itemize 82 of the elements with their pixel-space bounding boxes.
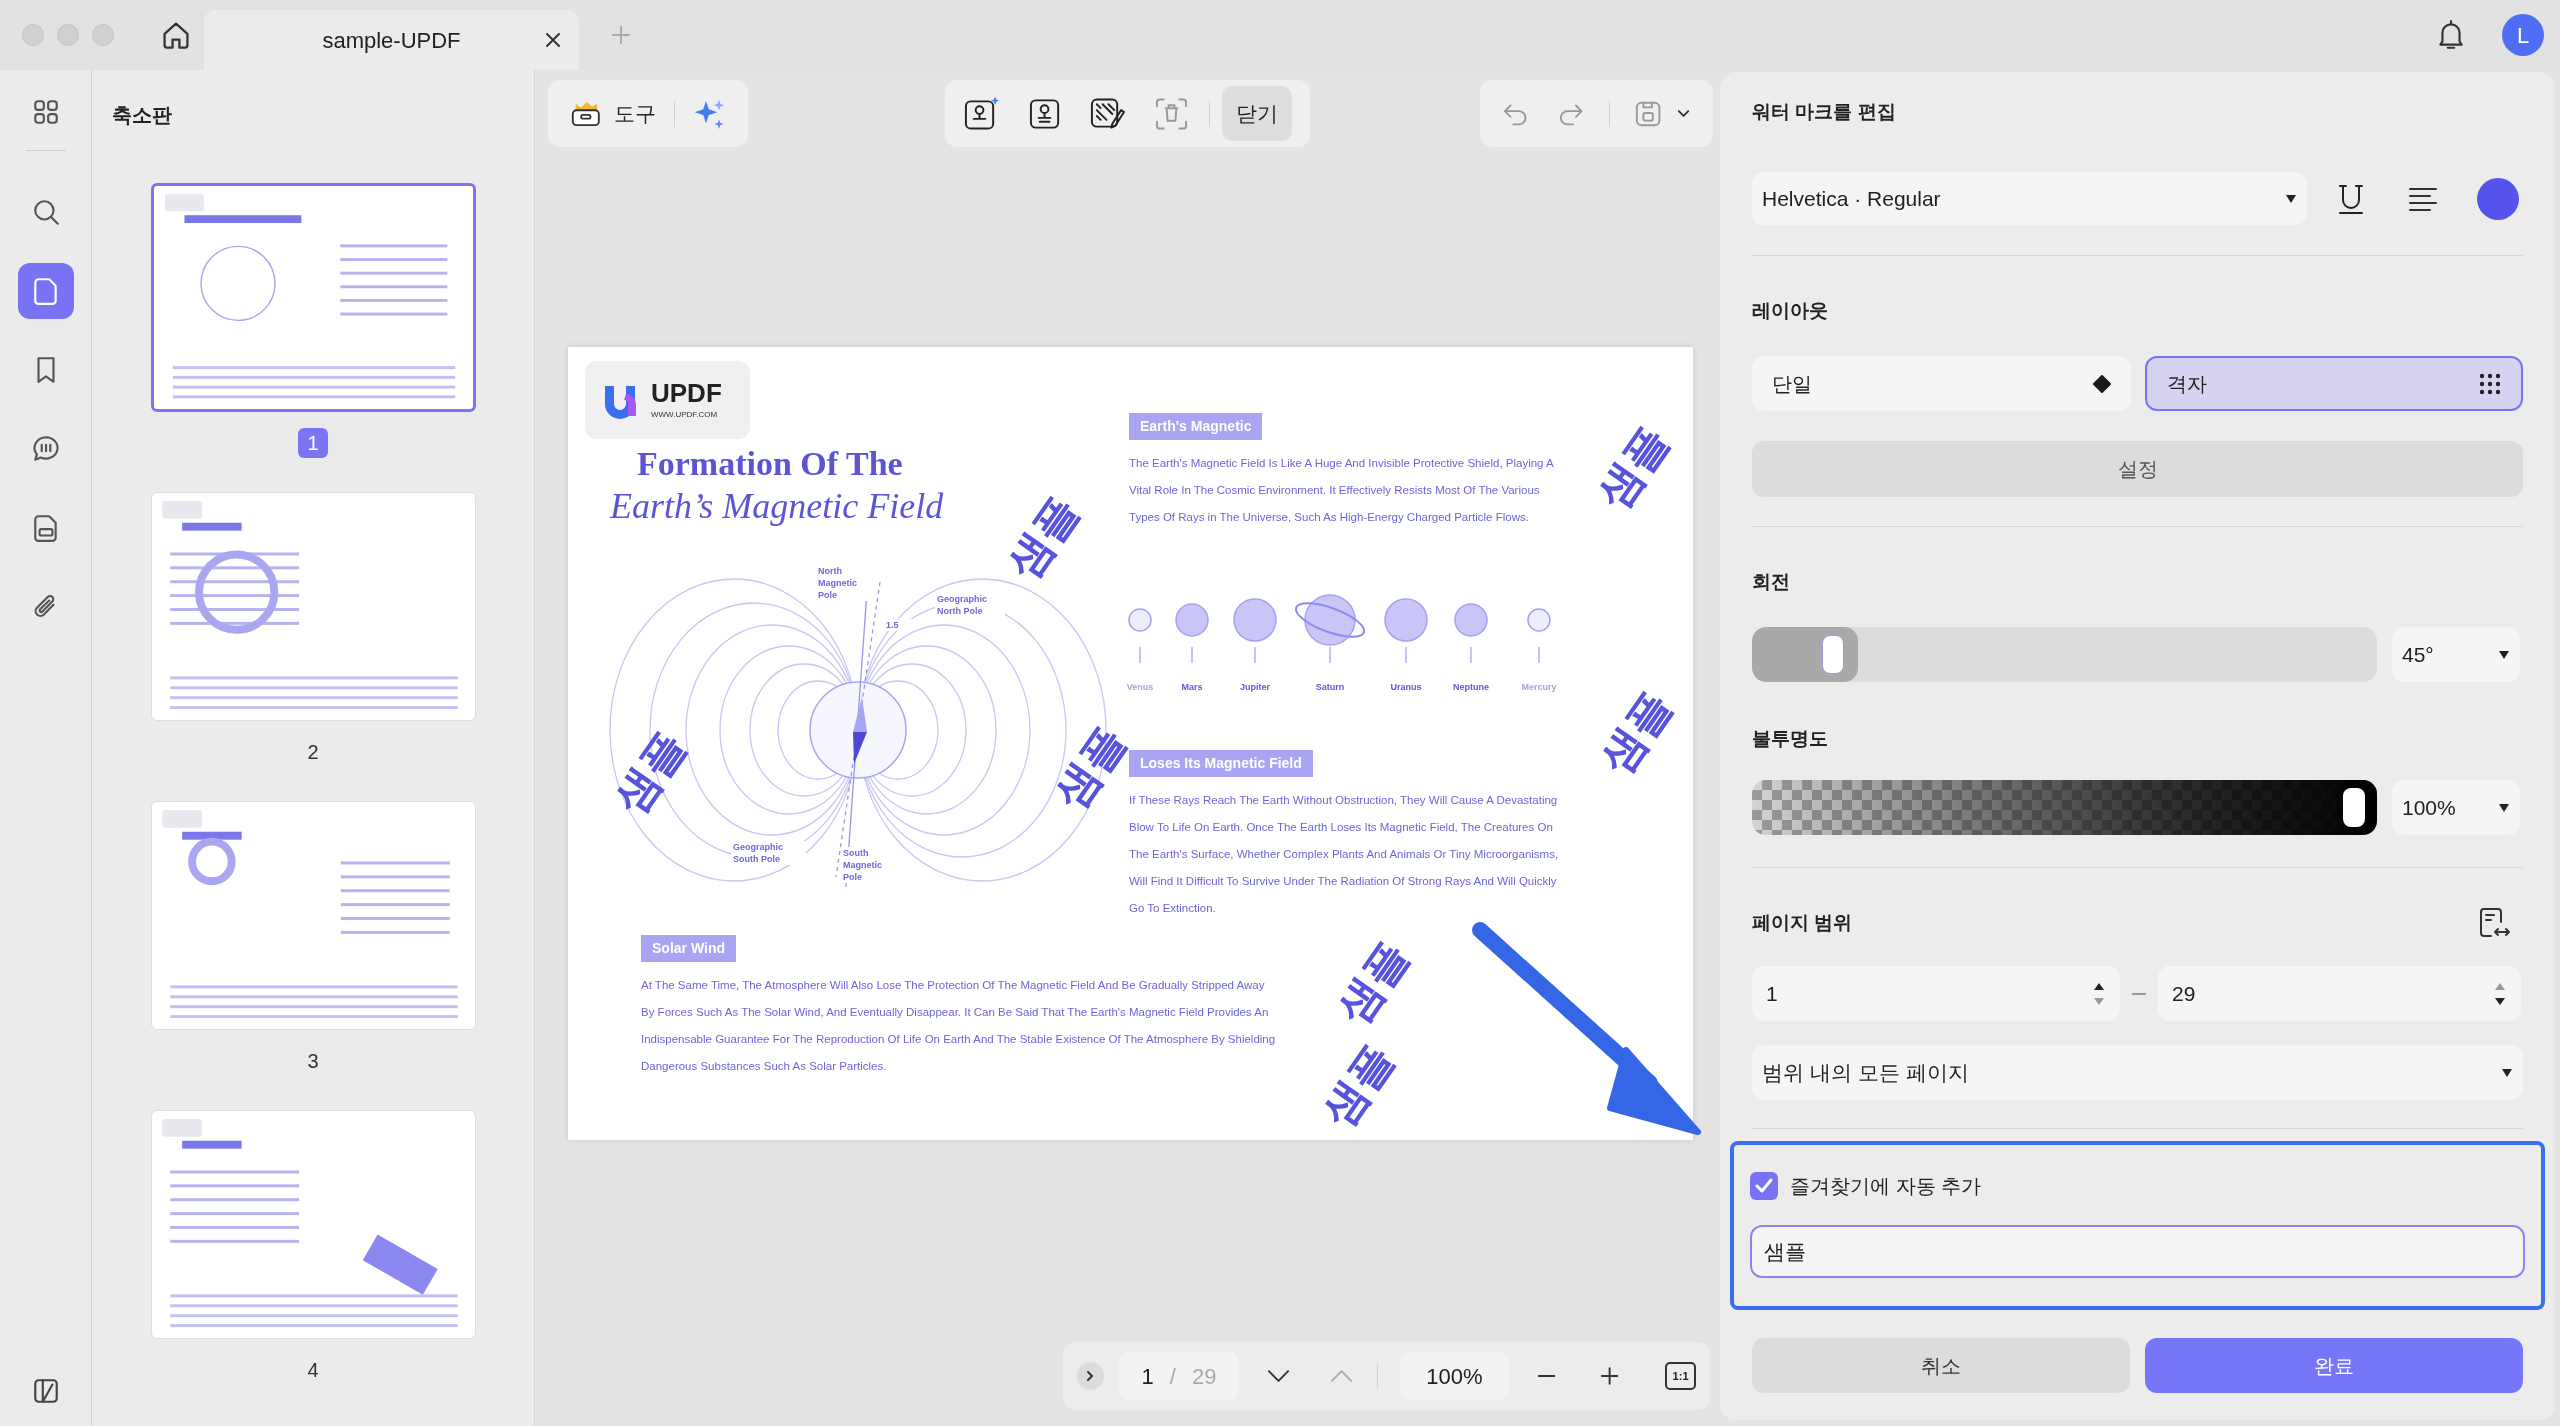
- section-title: 페이지 범위: [1752, 910, 1853, 935]
- watermark-text: 샘플: [603, 720, 696, 824]
- section-heading: Solar Wind: [641, 935, 736, 962]
- caret-icon: [2498, 649, 2510, 660]
- expand-button[interactable]: [1077, 1362, 1104, 1390]
- section-heading: Earth's Magnetic: [1129, 413, 1263, 440]
- close-button[interactable]: 닫기: [1222, 86, 1292, 141]
- slider-thumb[interactable]: [2343, 788, 2365, 827]
- panel-title: 워터 마크를 편집: [1752, 100, 1897, 124]
- checkbox-label: 즐겨찾기에 자동 추가: [1790, 1174, 1982, 1199]
- color-swatch[interactable]: [2477, 177, 2519, 220]
- page-number-field[interactable]: 1 / 29: [1118, 1352, 1239, 1400]
- planet-label: Jupiter: [1239, 681, 1271, 694]
- section-heading: Loses Its Magnetic Field: [1129, 750, 1313, 777]
- watermark-icon[interactable]: [1027, 96, 1062, 131]
- watermark-text: 샘플: [1326, 930, 1419, 1034]
- diamond-icon: [2092, 374, 2111, 393]
- rotation-slider[interactable]: [1752, 627, 2377, 682]
- diagram-label: Geographic North Pole: [935, 593, 1005, 617]
- planet-label: Saturn: [1314, 681, 1346, 694]
- planet-label: Mercury: [1520, 681, 1558, 694]
- section-title: 회전: [1752, 570, 1791, 594]
- close-icon[interactable]: [545, 32, 561, 48]
- panel-title: 축소판: [112, 104, 172, 126]
- page-icon[interactable]: [17, 263, 74, 319]
- settings-button[interactable]: 설정: [1752, 441, 2523, 497]
- chevron-down-icon[interactable]: [1675, 107, 1691, 120]
- page-subset-dropdown[interactable]: 범위 내의 모든 페이지: [1752, 1045, 2523, 1100]
- background-icon[interactable]: [1089, 95, 1126, 132]
- caret-icon: [2285, 193, 2297, 204]
- section-title: 레이아웃: [1752, 299, 1829, 323]
- next-page-icon[interactable]: [1267, 1369, 1291, 1383]
- checkbox[interactable]: [1750, 1172, 1778, 1200]
- layout-option[interactable]: 단일: [1752, 356, 2131, 411]
- page-number[interactable]: 2: [298, 737, 328, 767]
- section-text: At The Same Time, The Atmosphere Will Also Lose The Protection Of The Magnetic Field And Be Gradually Stripped Away By Forces Such As The Solar Wind, And Eventually Disappear. It Can Be Said That The Earth's Magnetic Field Provides An Indispensable Guarantee For The Reproduction Of Life On Earth And The Stable Existence Of The Atmosphere By Shielding Dangerous Substances Such As Solar Particles.: [641, 978, 1277, 1074]
- caret-icon: [2501, 1067, 2513, 1078]
- planet-label: Venus: [1125, 681, 1155, 694]
- page-number[interactable]: 4: [298, 1355, 328, 1385]
- user-avatar[interactable]: L: [2502, 14, 2544, 56]
- check-icon: [1755, 1178, 1773, 1194]
- caret-icon: [2498, 802, 2510, 813]
- font-dropdown[interactable]: Helvetica · Regular: [1752, 172, 2307, 225]
- watermark-text: 샘플: [996, 485, 1089, 589]
- page-number[interactable]: 1: [298, 428, 328, 458]
- chevron-right-icon: [1085, 1370, 1096, 1382]
- tools-label[interactable]: 도구: [613, 97, 656, 130]
- document-subtitle: Earth’s Magnetic Field: [610, 488, 944, 524]
- document-title: Formation Of The: [637, 447, 903, 481]
- planet-label: Neptune: [1452, 681, 1490, 694]
- cancel-button[interactable]: 취소: [1752, 1338, 2130, 1393]
- actual-size-button[interactable]: 1:1: [1665, 1362, 1696, 1390]
- to-page-field[interactable]: 29: [2158, 966, 2521, 1021]
- slider-thumb[interactable]: [1822, 635, 1845, 674]
- document-tab[interactable]: sample-UPDF: [204, 10, 579, 70]
- zoom-in-icon[interactable]: [1599, 1366, 1620, 1386]
- layout-option[interactable]: 격자: [2144, 356, 2523, 411]
- page-swap-icon[interactable]: [2477, 906, 2511, 940]
- bell-icon[interactable]: [2436, 19, 2466, 51]
- zoom-field[interactable]: 100%: [1400, 1352, 1509, 1400]
- section-text: If These Rays Reach The Earth Without Obstruction, They Will Cause A Devastating Blow To Life On Earth. Once The Earth Loses Its Magnetic Field, The Creatures On The Earth's Surface, Whether Complex Plants And Animals Or Tiny Microorganisms, Will Find It Difficult To Survive Under The Radiation Of Strong Rays And Will Quickly Go To Extinction.: [1129, 793, 1560, 916]
- page-thumbnail[interactable]: [150, 183, 476, 412]
- logo-text: UPDF: [651, 379, 722, 406]
- diagram-label: 1.5: [884, 619, 914, 631]
- planet-label: Uranus: [1389, 681, 1423, 694]
- underline-icon[interactable]: [2337, 182, 2365, 215]
- logo-url: WWW.UPDF.COM: [651, 408, 719, 421]
- diagram-label: Geographic South Pole: [731, 841, 806, 865]
- watermark-text: 샘플: [1311, 1033, 1404, 1137]
- opacity-slider[interactable]: [1752, 780, 2377, 835]
- page-number[interactable]: 3: [298, 1046, 328, 1076]
- watermark-text: 샘플: [1586, 415, 1679, 519]
- watermark-text: 샘플: [1589, 680, 1682, 784]
- section-text: The Earth's Magnetic Field Is Like A Huge And Invisible Protective Shield, Playing A Vital Role In The Cosmic Environment. It Effectively Resists Most Of The Various Types Of Rays in The Universe, Such As High-Energy Charged Particle Flows.: [1129, 456, 1555, 525]
- dots-grid-icon: [2479, 372, 2501, 395]
- favorite-name-field[interactable]: 샘플: [1750, 1225, 2525, 1278]
- planet-label: Mars: [1180, 681, 1204, 694]
- rotation-dropdown[interactable]: 45°: [2392, 627, 2520, 682]
- section-title: 불투명도: [1752, 727, 1829, 751]
- opacity-dropdown[interactable]: 100%: [2392, 780, 2520, 835]
- from-page-field[interactable]: 1: [1752, 966, 2120, 1021]
- done-button[interactable]: 완료: [2145, 1338, 2523, 1393]
